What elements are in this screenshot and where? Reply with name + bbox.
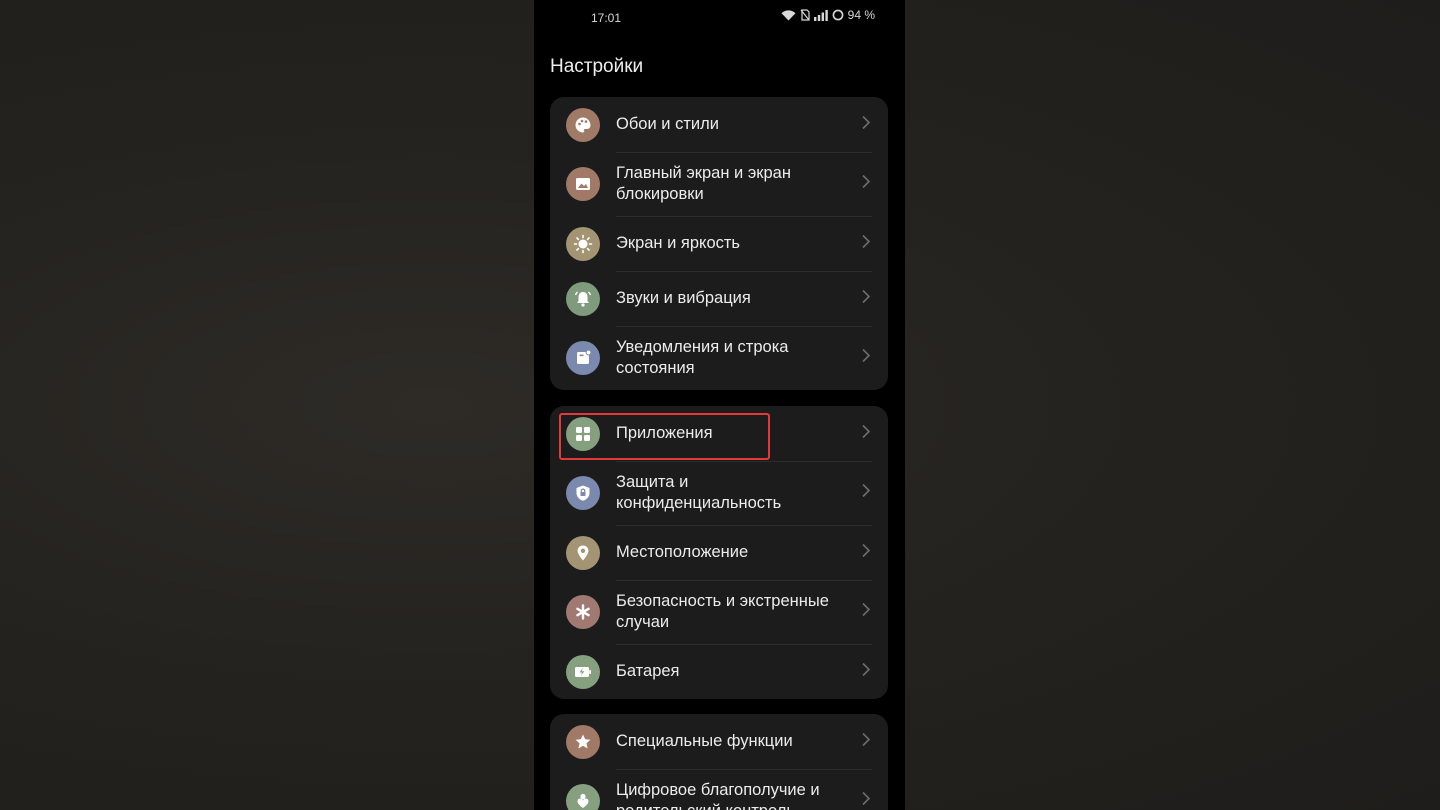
settings-item-digital-wellbeing[interactable]: Цифровое благополучие и родительский кон… [550, 769, 888, 810]
chevron-right-icon [862, 543, 871, 562]
settings-item-wallpaper[interactable]: Обои и стили [550, 97, 888, 152]
notification-icon [566, 341, 600, 375]
settings-item-label: Экран и яркость [616, 234, 741, 252]
settings-item-notifications[interactable]: Уведомления и строка состояния [550, 326, 888, 390]
asterisk-icon [566, 595, 600, 629]
battery-icon [566, 654, 600, 689]
chevron-right-icon [862, 483, 871, 503]
shield-icon [566, 476, 600, 510]
chevron-right-icon [862, 234, 871, 253]
location-pin-icon [566, 535, 600, 570]
settings-item-safety[interactable]: Безопасность и экстренные случаи [550, 580, 888, 644]
chevron-right-icon [862, 791, 871, 810]
palette-icon [566, 107, 600, 142]
chevron-right-icon [862, 289, 871, 308]
settings-item-label: Защита и конфиденциальность [616, 473, 782, 512]
settings-item-label: Специальные функции [616, 732, 793, 750]
chevron-right-icon [862, 602, 871, 622]
settings-item-label: Батарея [616, 662, 680, 680]
settings-group-apps: Приложения Защита и конфиденциальность М… [550, 406, 888, 699]
wifi-icon [781, 9, 796, 21]
settings-item-label: Цифровое благополучие и родительский кон… [616, 781, 820, 810]
chevron-right-icon [862, 732, 871, 751]
settings-item-battery[interactable]: Батарея [550, 644, 888, 699]
chevron-right-icon [862, 174, 871, 194]
settings-item-label: Приложения [616, 424, 713, 442]
status-time: 17:01 [591, 11, 622, 25]
no-sim-icon [800, 9, 810, 21]
chevron-right-icon [862, 424, 871, 443]
sun-icon [566, 226, 600, 261]
chevron-right-icon [862, 115, 871, 134]
settings-group-accessibility: Специальные функции Цифровое благополучи… [550, 714, 888, 810]
image-icon [566, 167, 600, 201]
settings-item-label: Главный экран и экран блокировки [616, 164, 791, 203]
battery-percent: 94 % [847, 8, 875, 22]
settings-item-location[interactable]: Местоположение [550, 525, 888, 580]
settings-item-label: Уведомления и строка состояния [616, 338, 789, 377]
star-icon [566, 724, 600, 759]
settings-item-label: Безопасность и экстренные случаи [616, 592, 829, 631]
apps-grid-icon [566, 416, 600, 451]
status-icons: 94 % [781, 8, 875, 22]
settings-group-display: Обои и стили Главный экран и экран блоки… [550, 97, 888, 390]
settings-item-privacy[interactable]: Защита и конфиденциальность [550, 461, 888, 525]
page-title: Настройки [550, 56, 644, 77]
settings-item-home-screen[interactable]: Главный экран и экран блокировки [550, 152, 888, 216]
heart-person-icon [566, 784, 600, 810]
bell-icon [566, 281, 600, 316]
status-bar: 17:01 94 % [534, 0, 905, 34]
chevron-right-icon [862, 348, 871, 368]
settings-item-sounds[interactable]: Звуки и вибрация [550, 271, 888, 326]
signal-icon [813, 9, 828, 21]
settings-item-label: Обои и стили [616, 115, 719, 133]
battery-ring-icon [832, 9, 844, 21]
settings-item-display-brightness[interactable]: Экран и яркость [550, 216, 888, 271]
chevron-right-icon [862, 662, 871, 681]
settings-item-accessibility[interactable]: Специальные функции [550, 714, 888, 769]
settings-item-apps[interactable]: Приложения [550, 406, 888, 461]
settings-item-label: Звуки и вибрация [616, 289, 751, 307]
settings-item-label: Местоположение [616, 543, 749, 561]
phone-screen: 17:01 94 % Настройки Обои и стили Главны… [534, 0, 905, 810]
